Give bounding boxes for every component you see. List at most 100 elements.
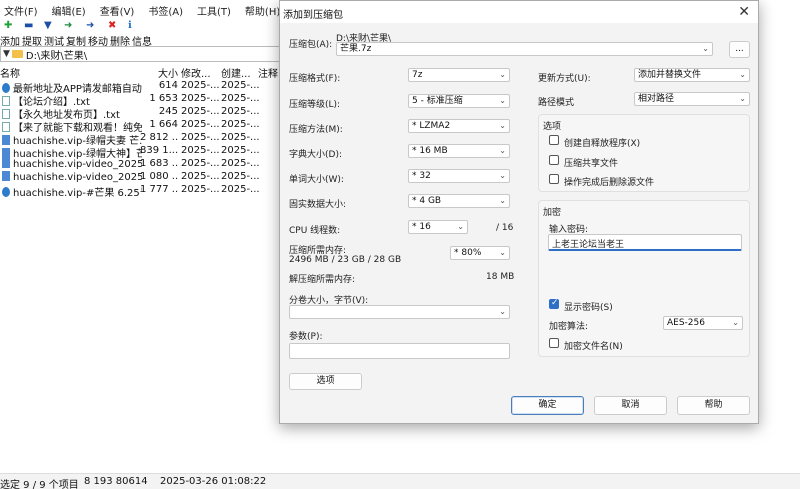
col-size[interactable]: 大小 — [158, 65, 178, 80]
params-input[interactable] — [289, 343, 510, 359]
chevron-down-icon: ⌄ — [732, 318, 739, 327]
menu-view[interactable]: 查看(V) — [100, 3, 135, 18]
format-select[interactable]: 7z ⌄ — [408, 68, 510, 82]
chevron-down-icon: ⌄ — [702, 44, 709, 53]
address-bar[interactable]: ▼ D:\来财\芒果\ — [0, 46, 290, 62]
file-size: 245 — [158, 106, 178, 117]
file-list-header: 名称 大小 修改... 创建... 注释 — [0, 65, 300, 80]
threads-value: * 16 — [412, 222, 431, 232]
file-row[interactable]: 【来了就能下载和观看！纯免... 1 664 2025-... 2025-... — [0, 119, 300, 134]
archive-name-combo[interactable]: 芒果.7z ⌄ — [336, 42, 713, 56]
col-modified[interactable]: 修改... — [181, 65, 211, 80]
mem-decomp-label: 解压缩所需内存: — [289, 275, 356, 285]
file-row[interactable]: huachishe.vip-绿帽夫妻 芒... 2 812 ... 2025-...… — [0, 132, 300, 147]
show-password-checkbox[interactable] — [549, 298, 559, 309]
menu-tools[interactable]: 工具(T) — [197, 3, 231, 18]
app-file-icon — [2, 187, 10, 197]
file-row[interactable]: huachishe.vip-video_2025-...1 683 ...202… — [0, 158, 300, 171]
shared-checkbox[interactable] — [549, 155, 559, 165]
chevron-down-icon: ⌄ — [499, 171, 506, 180]
dict-label: 字典大小(D): — [289, 150, 342, 160]
update-select[interactable]: 添加并替换文件 ⌄ — [634, 68, 750, 82]
dict-select[interactable]: * 16 MB ⌄ — [408, 144, 510, 158]
file-created: 2025-... — [221, 93, 260, 104]
close-icon[interactable]: ✕ — [738, 4, 750, 20]
col-created[interactable]: 创建... — [221, 65, 251, 80]
word-value: * 32 — [412, 171, 431, 181]
file-name-text: huachishe.vip-video_2025-... — [13, 159, 142, 170]
password-value: 上老王论坛当老王 — [552, 240, 625, 250]
file-size: 1 664 — [149, 119, 178, 130]
chevron-down-icon: ⌄ — [499, 248, 506, 257]
plus-icon[interactable]: ✚ — [4, 21, 12, 31]
ok-button[interactable]: 确定 — [511, 396, 584, 415]
file-created: 2025-... — [221, 80, 260, 91]
file-row[interactable]: huachishe.vip-#芒果 6.25号 ...1 777 ...2025… — [0, 184, 300, 199]
mem-percent-select[interactable]: * 80% ⌄ — [450, 246, 510, 260]
method-select[interactable]: * LZMA2 ⌄ — [408, 119, 510, 133]
sfx-label: 创建自释放程序(X) — [564, 139, 641, 149]
menu-edit[interactable]: 编辑(E) — [52, 3, 86, 18]
chevron-down-icon: ⌄ — [499, 96, 506, 105]
up-arrow-icon[interactable]: ▼ — [3, 49, 10, 59]
threads-label: CPU 线程数: — [289, 226, 341, 236]
delete-after-checkbox[interactable] — [549, 174, 559, 184]
copy-arrow-icon[interactable]: ➜ — [64, 21, 72, 31]
file-size: 1 080 ... — [140, 171, 178, 182]
info-icon[interactable]: ℹ — [128, 21, 132, 31]
video-file-icon — [2, 158, 10, 168]
col-comment[interactable]: 注释 — [258, 65, 278, 80]
check-icon[interactable]: ▼ — [44, 21, 52, 31]
enc-method-select[interactable]: AES-256 ⌄ — [663, 316, 743, 330]
chevron-down-icon: ⌄ — [499, 70, 506, 79]
file-created: 2025-... — [221, 145, 260, 156]
delete-x-icon[interactable]: ✖ — [108, 21, 116, 31]
sfx-checkbox[interactable] — [549, 135, 559, 145]
shared-label: 压缩共享文件 — [564, 159, 619, 169]
browse-button[interactable]: ... — [729, 41, 750, 58]
password-input[interactable]: 上老王论坛当老王 — [548, 234, 742, 251]
split-select[interactable]: ⌄ — [289, 305, 510, 319]
params-label: 参数(P): — [289, 332, 323, 342]
update-value: 添加并替换文件 — [638, 70, 702, 80]
options-button[interactable]: 选项 — [289, 373, 362, 390]
chevron-down-icon: ⌄ — [499, 121, 506, 130]
cancel-button[interactable]: 取消 — [594, 396, 667, 415]
encrypt-names-checkbox[interactable] — [549, 338, 559, 348]
file-created: 2025-... — [221, 171, 260, 182]
menu-file[interactable]: 文件(F) — [4, 3, 38, 18]
file-size: 839 1... — [140, 145, 178, 156]
file-modified: 2025-... — [181, 119, 220, 130]
dialog-title: 添加到压缩包 — [283, 10, 343, 21]
file-row[interactable]: 【论坛介绍】.txt 1 653 2025-... 2025-... — [0, 93, 300, 108]
status-selected: 选定 9 / 9 个项目 — [0, 480, 79, 489]
chevron-down-icon: ⌄ — [739, 94, 746, 103]
solid-select[interactable]: * 4 GB ⌄ — [408, 194, 510, 208]
minus-icon[interactable]: ▬ — [24, 21, 33, 31]
path-mode-select[interactable]: 相对路径 ⌄ — [634, 92, 750, 106]
add-to-archive-dialog: 添加到压缩包 ✕ 压缩包(A): D:\来财\芒果\ 芒果.7z ⌄ ... 压… — [279, 0, 759, 424]
file-modified: 2025-... — [181, 184, 220, 195]
move-arrow-icon[interactable]: ➜ — [86, 21, 94, 31]
format-value: 7z — [412, 70, 423, 80]
file-name: huachishe.vip-#芒果 6.25号 ... — [2, 184, 142, 199]
file-row[interactable]: 最新地址及APP请发邮箱自动... 614 2025-... 2025-... — [0, 80, 300, 95]
level-select[interactable]: 5 - 标准压缩 ⌄ — [408, 94, 510, 108]
help-button[interactable]: 帮助 — [677, 396, 750, 415]
word-select[interactable]: * 32 ⌄ — [408, 169, 510, 183]
show-password-label: 显示密码(S) — [564, 303, 613, 313]
col-name[interactable]: 名称 — [0, 65, 20, 80]
file-row[interactable]: huachishe.vip-video_2025-...1 080 ... 202… — [0, 171, 300, 184]
enc-method-value: AES-256 — [667, 318, 705, 328]
video-file-icon — [2, 171, 10, 181]
video-file-icon — [2, 148, 10, 158]
file-size: 1 653 — [149, 93, 178, 104]
menu-help[interactable]: 帮助(H) — [245, 3, 280, 18]
file-name-text: huachishe.vip-#芒果 6.25号 ... — [13, 188, 142, 199]
file-name: huachishe.vip-video_2025-... — [2, 171, 142, 183]
file-row[interactable]: 【永久地址发布页】.txt 245 2025-... 2025-... — [0, 106, 300, 121]
menu-bookmarks[interactable]: 书签(A) — [148, 3, 183, 18]
file-row[interactable]: huachishe.vip-绿帽大神】芒... 839 1... 2025-... 2… — [0, 145, 300, 160]
threads-select[interactable]: * 16 ⌄ — [408, 220, 468, 234]
word-label: 单词大小(W): — [289, 175, 344, 185]
